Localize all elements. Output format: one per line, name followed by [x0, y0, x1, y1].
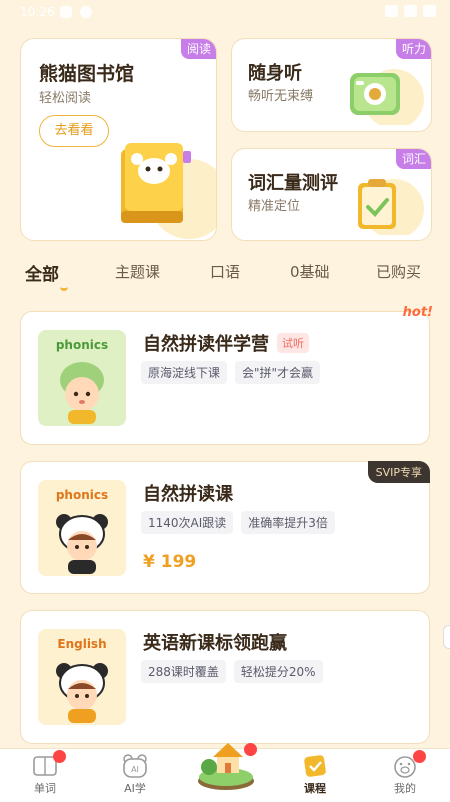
vocab-card[interactable]: 词汇 词汇量测评 精准定位 [231, 148, 432, 241]
category-tabs: 全部 主题课 口语 0基础 已购买 [0, 255, 450, 291]
library-title: 熊猫图书馆 [39, 63, 135, 85]
listening-tag: 听力 [395, 39, 431, 59]
course-tags: 原海淀线下课 会"拼"才会赢 [141, 361, 328, 384]
tab-purchased[interactable]: 已购买 [376, 261, 421, 282]
panda-book-icon [121, 143, 216, 239]
thumb-word: phonics [55, 338, 109, 352]
status-bar: 10:26 [0, 0, 450, 26]
course-title-text: 自然拼读伴学营 [143, 334, 269, 355]
course-title: 英语新课标领跑赢 [143, 633, 287, 654]
tab-label: AI学 [124, 782, 146, 795]
clipboard-check-icon [358, 179, 424, 235]
tab-label: 课程 [304, 782, 326, 795]
thumb-word: phonics [55, 488, 109, 502]
vocab-title: 词汇量测评 [248, 173, 338, 194]
svip-badge: SVIP专享 [367, 461, 430, 483]
tab-ai-learn[interactable]: AI AI学 [105, 753, 165, 796]
vocab-tag: 词汇 [395, 149, 431, 169]
course-tags: 1140次AI跟读 准确率提升3倍 [141, 511, 343, 534]
course-price: ¥ 199 [143, 552, 197, 572]
tab-home[interactable] [195, 735, 257, 797]
course-tag: 288课时覆盖 [141, 660, 226, 683]
pig-face-icon [390, 750, 426, 779]
notification-icon [60, 6, 72, 18]
course-tag: 会"拼"才会赢 [235, 361, 321, 384]
panda-kid-icon [56, 514, 108, 574]
panda-kid-icon [56, 663, 108, 723]
tab-courses[interactable]: 课程 [285, 753, 345, 796]
tab-theme[interactable]: 主题课 [115, 261, 160, 282]
reading-tag: 阅读 [180, 39, 216, 59]
status-icons [385, 5, 436, 17]
course-title: 自然拼读课 [143, 484, 233, 505]
course-thumbnail: phonics [38, 480, 126, 576]
kid-mascot-icon [60, 362, 104, 424]
course-tag: 轻松提分20% [233, 660, 323, 683]
status-time: 10:26 [20, 5, 55, 19]
tab-words[interactable]: 单词 [15, 750, 75, 796]
radio-icon [350, 69, 424, 125]
tab-indicator [60, 282, 68, 291]
course-tag: 准确率提升3倍 [241, 511, 335, 534]
trial-badge: 试听 [277, 333, 309, 353]
listen-subtitle: 畅听无束缚 [248, 89, 314, 104]
notification-icon [80, 6, 92, 18]
notification-dot [53, 750, 66, 763]
signal-icon [404, 5, 417, 17]
course-card[interactable]: SVIP专享 phonics 自然拼读课 1140次AI跟读 准确率提升3倍 ¥ … [20, 461, 430, 594]
course-tag: 1140次AI跟读 [141, 511, 234, 534]
thumb-word: English [57, 637, 107, 651]
course-card[interactable]: hot! phonics 自然拼读伴学营 试听 原海淀线下课 会"拼"才会赢 [20, 305, 433, 445]
course-title: 自然拼读伴学营 试听 [143, 330, 309, 356]
notification-dot [244, 743, 257, 756]
svg-text:AI: AI [131, 765, 139, 774]
tab-label: 我的 [394, 782, 416, 795]
listen-card[interactable]: 听力 随身听 畅听无束缚 [231, 38, 432, 132]
floating-edge-handle[interactable] [443, 625, 450, 649]
wifi-icon [385, 5, 398, 17]
course-icon [300, 753, 330, 779]
course-thumbnail: English [38, 629, 126, 725]
go-see-button[interactable]: 去看看 [39, 115, 109, 147]
listen-title: 随身听 [248, 63, 302, 84]
battery-icon [423, 5, 436, 17]
ai-bear-icon: AI [120, 753, 150, 779]
tab-all[interactable]: 全部 [25, 260, 59, 285]
book-icon [30, 750, 66, 779]
tab-label: 单词 [34, 782, 56, 795]
hot-badge: hot! [402, 305, 433, 320]
course-card[interactable]: English 英语新课标领跑赢 288课时覆盖 轻松提分20% [20, 610, 430, 744]
course-thumbnail: phonics [38, 330, 126, 426]
tab-speaking[interactable]: 口语 [210, 261, 240, 282]
notification-dot [413, 750, 426, 763]
course-tags: 288课时覆盖 轻松提分20% [141, 660, 331, 683]
vocab-subtitle: 精准定位 [248, 199, 301, 214]
library-subtitle: 轻松阅读 [39, 91, 92, 106]
course-tag: 原海淀线下课 [141, 361, 228, 384]
tab-beginner[interactable]: 0基础 [290, 261, 330, 282]
library-card[interactable]: 阅读 熊猫图书馆 轻松阅读 去看看 [20, 38, 217, 241]
tab-mine[interactable]: 我的 [375, 750, 435, 796]
bottom-tab-bar: 单词 AI AI学 课程 我的 [0, 743, 450, 802]
